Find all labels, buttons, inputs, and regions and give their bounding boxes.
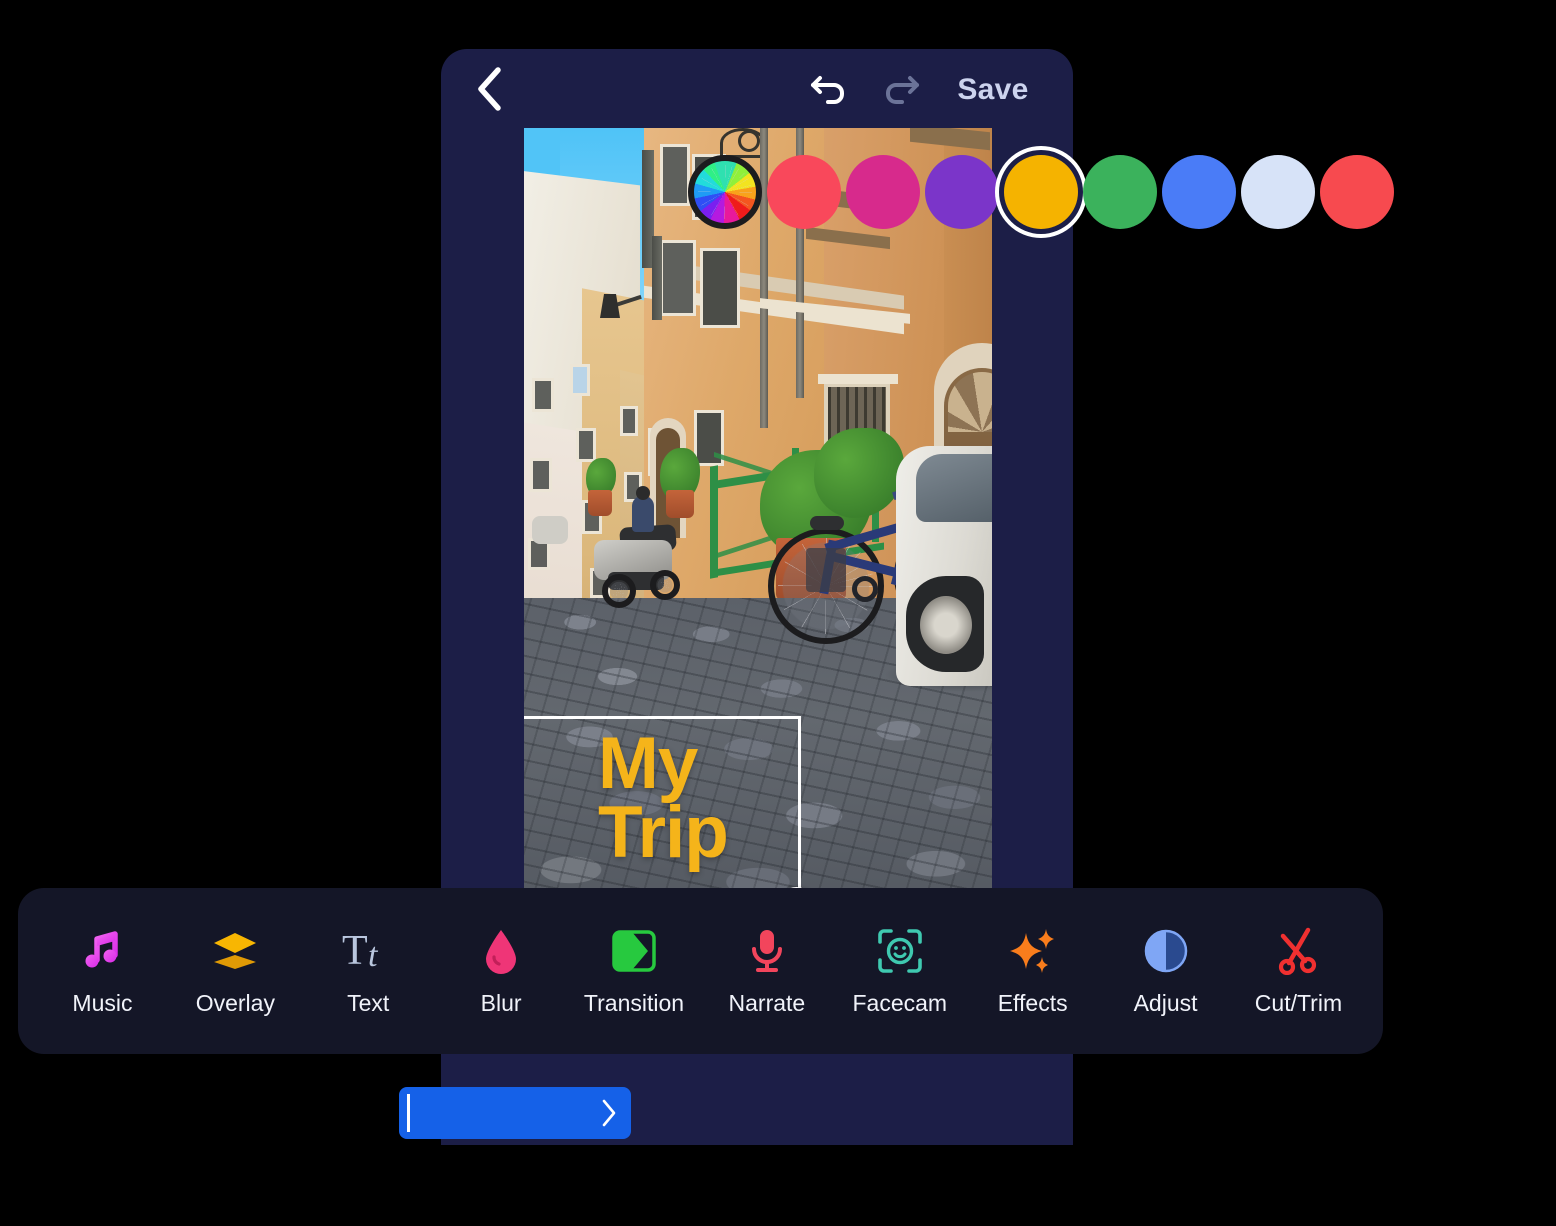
back-button[interactable] <box>463 63 515 115</box>
music-note-icon <box>79 926 125 976</box>
bicycle-saddle <box>810 516 844 530</box>
tool-music[interactable]: Music <box>46 926 158 1017</box>
scooter-wheel <box>650 570 680 600</box>
color-palette-row[interactable] <box>688 155 1399 231</box>
color-swatch-amber-selected[interactable] <box>1004 155 1078 229</box>
car-window <box>916 454 992 522</box>
tool-overlay[interactable]: Overlay <box>179 926 291 1017</box>
text-overlay[interactable]: My Trip <box>598 723 729 874</box>
app-screenshot: Save My Trip Music Overlay T t Text Blur… <box>0 0 1556 1226</box>
window <box>660 144 690 206</box>
tool-label: Transition <box>583 989 685 1016</box>
scooter-wheel <box>602 574 636 608</box>
face-scan-icon <box>876 926 924 976</box>
save-label: Save <box>957 73 1029 106</box>
editor-top-bar: Save <box>441 49 1073 128</box>
tool-label: Overlay <box>195 989 275 1016</box>
planter <box>666 490 694 518</box>
window <box>700 248 740 328</box>
person <box>632 496 654 532</box>
window <box>570 364 590 396</box>
tool-cut-trim[interactable]: Cut/Trim <box>1242 926 1354 1017</box>
wrought-iron-ring <box>738 130 760 152</box>
scissors-icon <box>1275 926 1321 976</box>
window <box>532 378 554 412</box>
tool-label: Effects <box>997 989 1068 1016</box>
shutter <box>652 236 662 320</box>
window-sill <box>818 374 898 384</box>
undo-button[interactable] <box>807 69 853 113</box>
tool-adjust[interactable]: Adjust <box>1110 926 1222 1017</box>
svg-text:t: t <box>368 937 379 974</box>
color-swatch-red[interactable] <box>1320 155 1394 229</box>
person-head <box>636 486 650 500</box>
tool-blur[interactable]: Blur <box>445 926 557 1017</box>
tool-label: Adjust <box>1133 989 1198 1016</box>
color-swatch-blue[interactable] <box>1162 155 1236 229</box>
distant-car <box>532 516 568 544</box>
color-swatch-green[interactable] <box>1083 155 1157 229</box>
tool-label: Facecam <box>852 989 948 1016</box>
text-overlay-line-1: My <box>598 723 698 804</box>
color-swatch-color-wheel[interactable] <box>688 155 762 229</box>
tool-effects[interactable]: Effects <box>977 926 1089 1017</box>
bicycle-crank <box>852 576 878 602</box>
save-button[interactable]: Save <box>943 67 1043 113</box>
color-swatch-pale-blue[interactable] <box>1241 155 1315 229</box>
window <box>530 458 552 492</box>
tool-narrate[interactable]: Narrate <box>711 926 823 1017</box>
color-swatch-purple[interactable] <box>925 155 999 229</box>
tool-label: Music <box>72 989 133 1016</box>
text-overlay-line-2: Trip <box>598 792 729 874</box>
editor-tool-bar: Music Overlay T t Text Blur Transition N… <box>18 888 1383 1054</box>
svg-text:T: T <box>342 928 368 974</box>
tool-label: Text <box>347 989 390 1016</box>
tool-transition[interactable]: Transition <box>578 926 690 1017</box>
window <box>620 406 638 436</box>
car-wheel-rim <box>920 596 972 654</box>
bicycle-basket <box>806 548 846 592</box>
window <box>576 428 596 462</box>
tool-facecam[interactable]: Facecam <box>844 926 956 1017</box>
color-swatch-coral-red[interactable] <box>767 155 841 229</box>
tool-label: Cut/Trim <box>1254 989 1343 1016</box>
tool-text[interactable]: T t Text <box>312 926 424 1017</box>
color-swatch-magenta[interactable] <box>846 155 920 229</box>
sparkles-icon <box>1009 926 1057 976</box>
chevron-right-icon[interactable] <box>599 1094 619 1132</box>
undo-icon <box>810 72 850 111</box>
chevron-left-icon <box>474 66 504 112</box>
redo-button[interactable] <box>877 69 923 113</box>
tool-label: Narrate <box>728 989 806 1016</box>
video-preview-canvas[interactable]: My Trip <box>524 128 992 900</box>
microphone-icon <box>747 926 787 976</box>
tool-label: Blur <box>480 989 522 1016</box>
transition-icon <box>611 926 657 976</box>
window <box>660 240 696 316</box>
playhead-marker[interactable] <box>407 1094 410 1132</box>
layers-icon <box>210 926 260 976</box>
contrast-icon <box>1143 926 1189 976</box>
timeline-clip[interactable] <box>399 1087 631 1139</box>
water-drop-icon <box>482 926 520 976</box>
text-tt-icon: T t <box>342 926 394 976</box>
planter <box>588 490 612 516</box>
redo-icon <box>880 72 920 111</box>
